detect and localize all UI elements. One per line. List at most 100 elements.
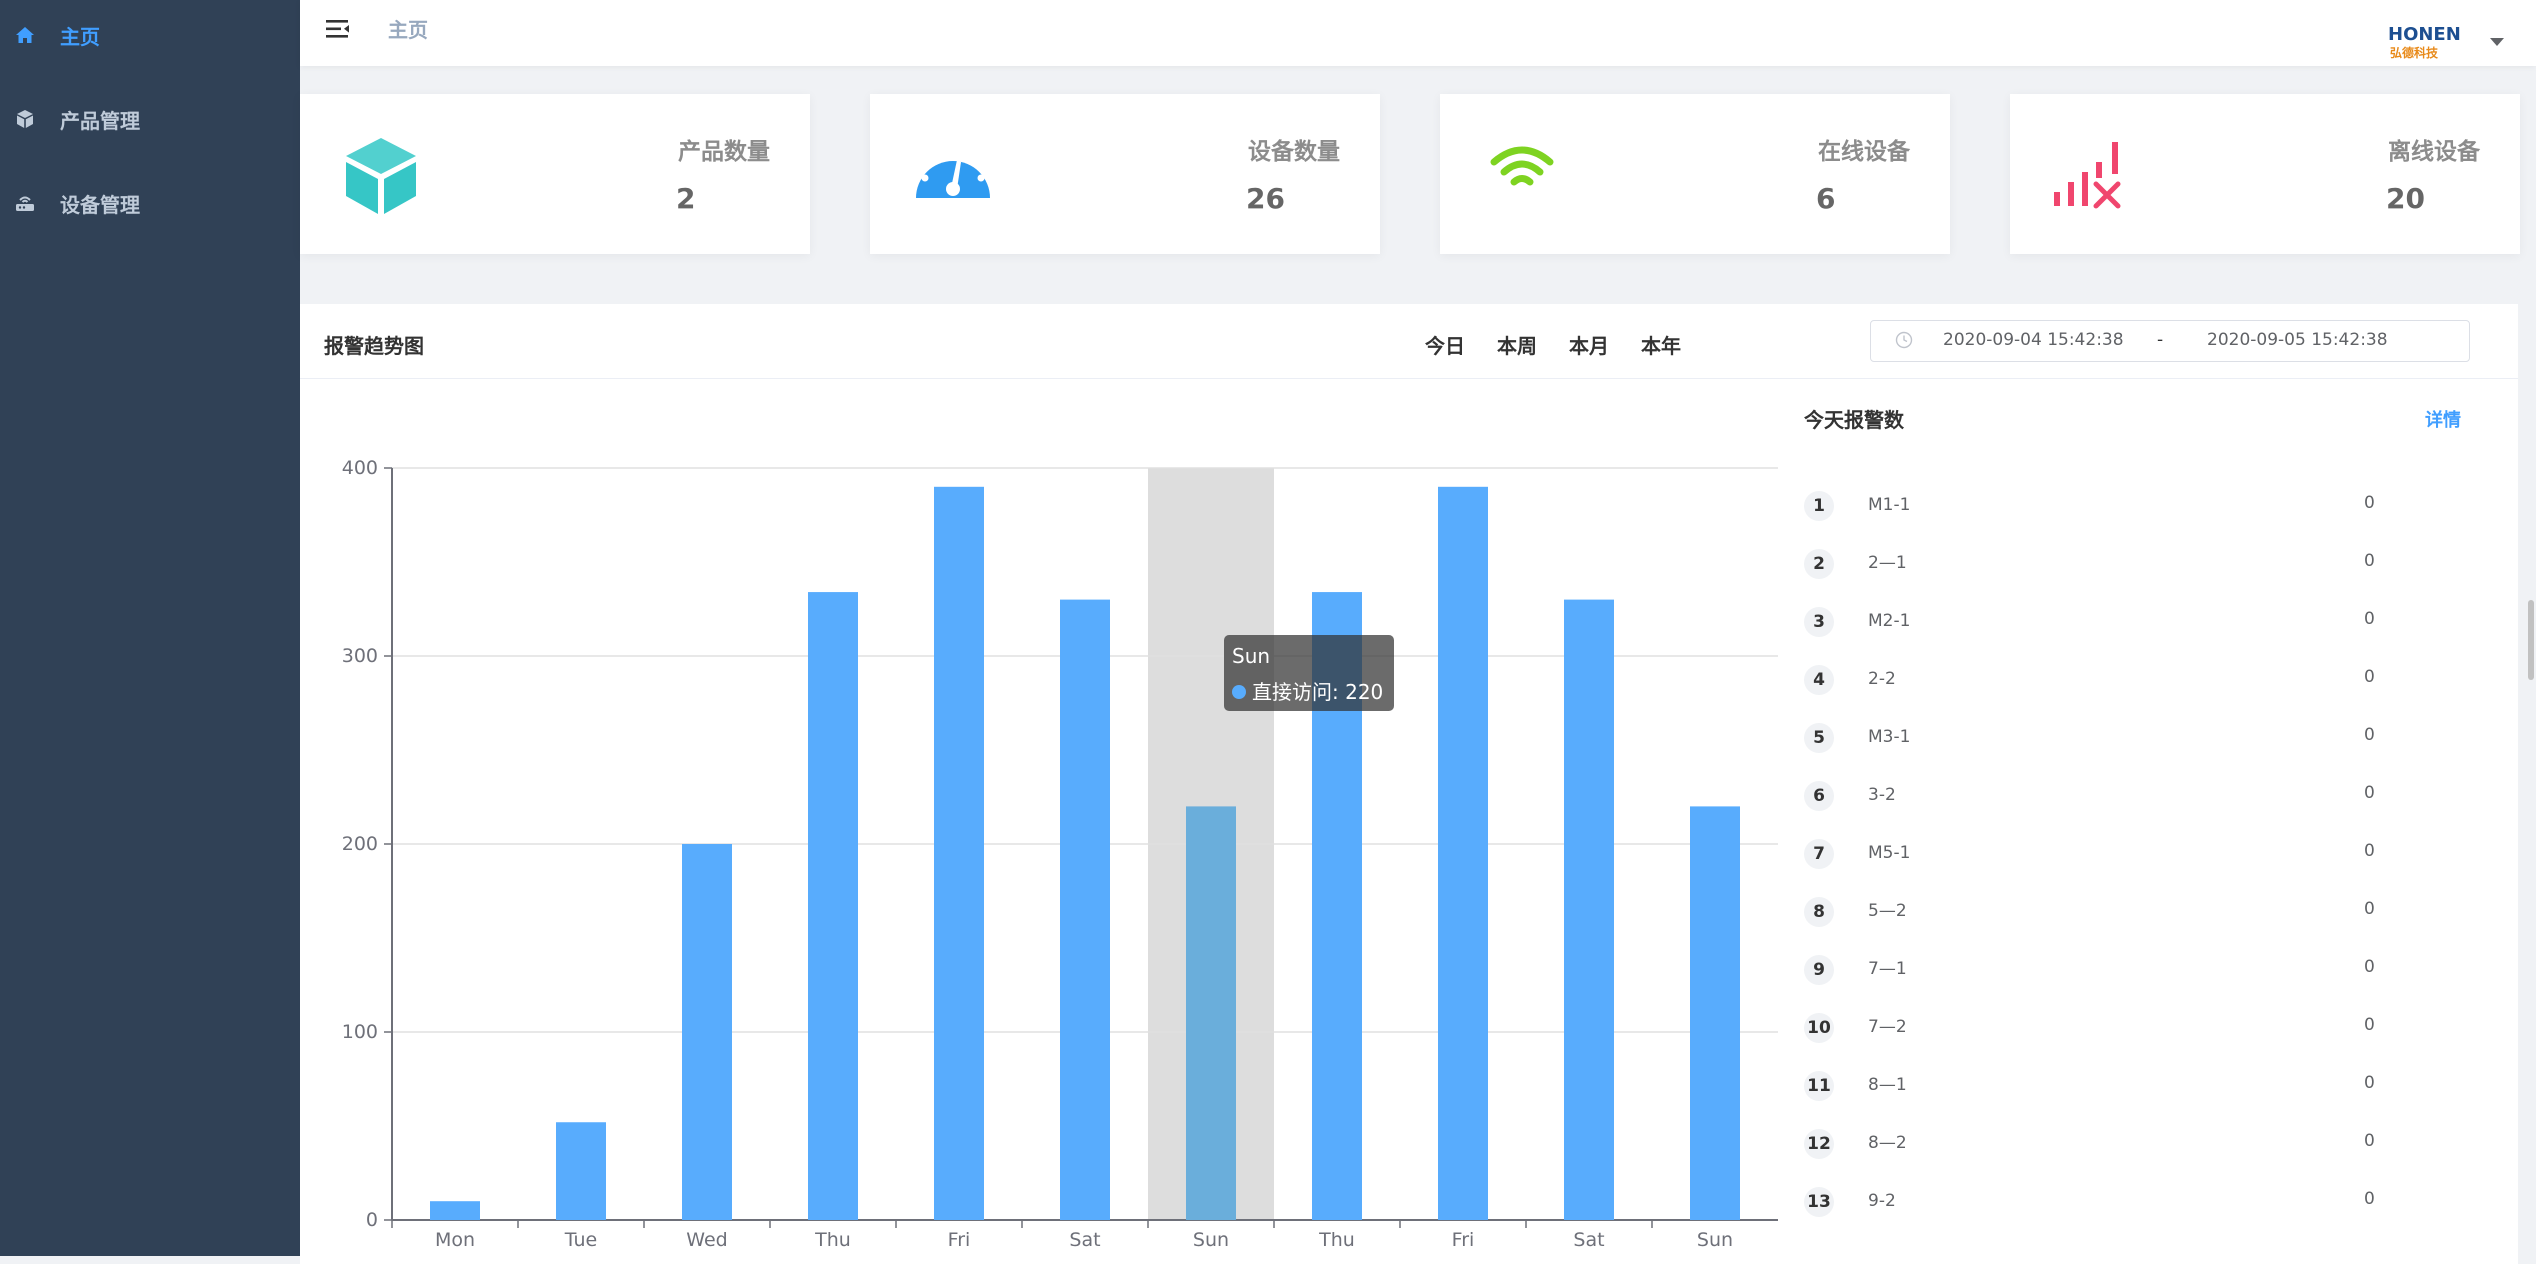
date-end-input[interactable]: 2020-09-05 15:42:38	[2207, 330, 2388, 350]
sidebar-item-products[interactable]: 产品管理	[0, 89, 300, 149]
alarm-list-item: 3 M2-1 0	[1804, 603, 2394, 639]
alarm-list-item: 1 M1-1 0	[1804, 487, 2394, 523]
tab-month[interactable]: 本月	[1569, 330, 1609, 359]
router-icon	[14, 192, 36, 214]
tooltip-value: 直接访问: 220	[1252, 680, 1383, 704]
y-tick-label: 200	[342, 833, 378, 855]
alarm-count: 0	[2364, 667, 2375, 687]
tab-week[interactable]: 本周	[1497, 330, 1537, 359]
chart-bar	[808, 592, 858, 1220]
alarm-rank: 7	[1804, 839, 1834, 869]
chart-bar	[1564, 599, 1614, 1220]
tab-today[interactable]: 今日	[1425, 330, 1465, 359]
alarm-count: 0	[2364, 1015, 2375, 1035]
hamburger-menu-icon[interactable]	[324, 16, 352, 42]
alarm-list-item: 7 M5-1 0	[1804, 835, 2394, 871]
chart-bar	[1186, 806, 1236, 1220]
breadcrumb[interactable]: 主页	[388, 14, 428, 43]
clock-icon	[1895, 331, 1913, 349]
scrollbar-thumb[interactable]	[2528, 600, 2534, 680]
tab-year[interactable]: 本年	[1641, 330, 1681, 359]
stat-value: 26	[1246, 182, 1285, 215]
chart-bar	[556, 1122, 606, 1220]
alarm-rank: 12	[1804, 1129, 1834, 1159]
top-navbar: 主页 HONEN 弘德科技	[300, 0, 2536, 66]
alarm-list-item: 12 8—2 0	[1804, 1125, 2394, 1161]
x-tick-label: Sat	[1069, 1229, 1100, 1251]
x-tick-label: Mon	[435, 1229, 475, 1251]
date-start-input[interactable]: 2020-09-04 15:42:38	[1943, 330, 2124, 350]
panel-divider	[300, 378, 2518, 379]
alarm-rank: 11	[1804, 1071, 1834, 1101]
alarm-rank: 2	[1804, 549, 1834, 579]
alarm-device-name: 7—2	[1868, 1017, 1907, 1037]
logo-subtext: 弘德科技	[2390, 45, 2439, 60]
company-logo: HONEN 弘德科技	[2388, 22, 2498, 64]
alarm-device-name: 8—2	[1868, 1133, 1907, 1153]
stat-card-online: 在线设备 6	[1440, 94, 1950, 254]
stat-value: 20	[2386, 182, 2425, 215]
alarm-list-item: 4 2-2 0	[1804, 661, 2394, 697]
alarm-list-item: 6 3-2 0	[1804, 777, 2394, 813]
alarm-count: 0	[2364, 957, 2375, 977]
alarm-device-name: 8—1	[1868, 1075, 1907, 1095]
sidebar: 主页 产品管理 设备管理	[0, 0, 300, 1256]
alarm-device-name: 2-2	[1868, 669, 1896, 689]
alarm-device-name: 3-2	[1868, 785, 1896, 805]
x-tick-label: Fri	[948, 1229, 971, 1251]
alarm-device-name: M2-1	[1868, 611, 1911, 631]
y-tick-label: 0	[366, 1209, 378, 1231]
alarm-count: 0	[2364, 899, 2375, 919]
alarm-list-item: 5 M3-1 0	[1804, 719, 2394, 755]
alarm-rank: 13	[1804, 1187, 1834, 1217]
alarm-rank: 4	[1804, 665, 1834, 695]
alarm-device-name: 2—1	[1868, 553, 1907, 573]
alarm-device-name: 7—1	[1868, 959, 1907, 979]
sidebar-item-label: 主页	[60, 24, 100, 49]
alarm-count: 0	[2364, 783, 2375, 803]
details-link[interactable]: 详情	[2425, 406, 2461, 432]
logo-text: HONEN	[2388, 24, 2461, 45]
x-tick-label: Sun	[1193, 1229, 1229, 1251]
alarm-count: 0	[2364, 551, 2375, 571]
x-tick-label: Wed	[686, 1229, 727, 1251]
sidebar-item-label: 设备管理	[60, 192, 140, 217]
tooltip-category: Sun	[1232, 644, 1270, 668]
signal-off-icon	[2050, 132, 2136, 218]
alarm-trend-chart[interactable]: 0 100 200 300 400 Mon Tue Wed Thu Fri Sat Sun Thu Fri…	[300, 380, 1800, 1256]
x-tick-label: Fri	[1452, 1229, 1475, 1251]
stat-card-devices: 设备数量 26	[870, 94, 1380, 254]
stat-label: 在线设备	[1818, 139, 1910, 165]
wifi-icon	[1488, 132, 1574, 218]
sidebar-item-label: 产品管理	[60, 108, 140, 133]
x-tick-label: Thu	[1318, 1229, 1355, 1251]
alarm-count: 0	[2364, 1131, 2375, 1151]
date-range-picker[interactable]: 2020-09-04 15:42:38 - 2020-09-05 15:42:3…	[1870, 320, 2470, 362]
alarm-list-item: 8 5—2 0	[1804, 893, 2394, 929]
alarm-rank: 9	[1804, 955, 1834, 985]
user-dropdown-caret-icon[interactable]	[2490, 38, 2504, 46]
alarm-count: 0	[2364, 493, 2375, 513]
stat-card-products: 产品数量 2	[300, 94, 810, 254]
alarm-list-item: 11 8—1 0	[1804, 1067, 2394, 1103]
alarm-rank: 3	[1804, 607, 1834, 637]
alarm-list-item: 10 7—2 0	[1804, 1009, 2394, 1045]
tooltip-marker	[1232, 685, 1246, 699]
alarm-rank: 10	[1804, 1013, 1834, 1043]
time-range-tabs: 今日 本周 本月 本年	[1425, 330, 1713, 359]
x-tick-label: Sat	[1573, 1229, 1604, 1251]
alarm-device-name: M3-1	[1868, 727, 1911, 747]
stat-label: 产品数量	[678, 139, 770, 165]
x-tick-label: Thu	[814, 1229, 851, 1251]
cube-icon	[14, 108, 36, 130]
alarm-list-item: 9 7—1 0	[1804, 951, 2394, 987]
chart-bar	[682, 844, 732, 1220]
sidebar-item-devices[interactable]: 设备管理	[0, 173, 300, 233]
today-alarms-title: 今天报警数	[1804, 408, 1904, 432]
stat-card-offline: 离线设备 20	[2010, 94, 2520, 254]
sidebar-item-home[interactable]: 主页	[0, 5, 300, 65]
date-separator: -	[2157, 330, 2164, 350]
x-tick-label: Tue	[564, 1229, 597, 1251]
chart-bar	[934, 486, 984, 1220]
y-tick-label: 300	[342, 645, 378, 667]
